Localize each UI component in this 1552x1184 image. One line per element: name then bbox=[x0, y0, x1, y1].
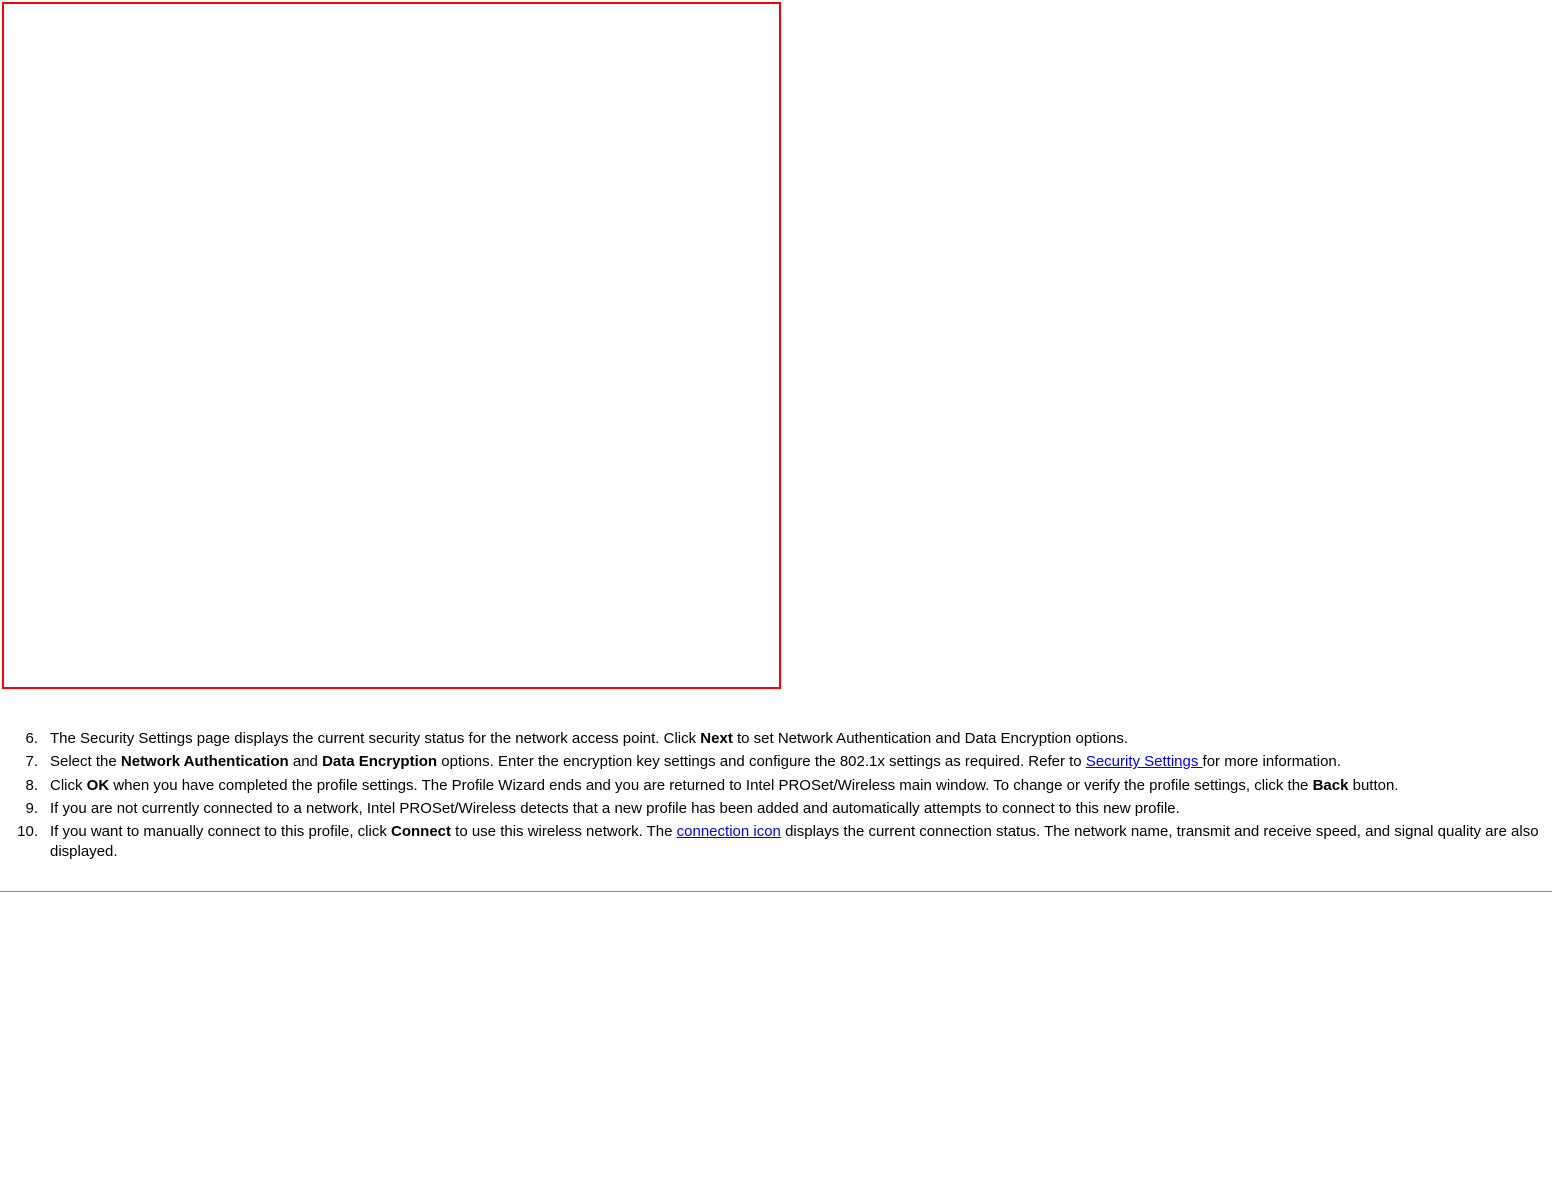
instruction-bold: Back bbox=[1313, 777, 1349, 794]
instruction-link[interactable]: Security Settings bbox=[1086, 753, 1203, 770]
instruction-text: for more information. bbox=[1203, 753, 1341, 770]
instruction-link[interactable]: connection icon bbox=[677, 823, 781, 840]
instruction-item-6: The Security Settings page displays the … bbox=[0, 729, 1544, 749]
instruction-text: Select the bbox=[50, 753, 121, 770]
instruction-text: button. bbox=[1348, 777, 1398, 794]
instruction-item-10: If you want to manually connect to this … bbox=[0, 822, 1544, 863]
instruction-text: The Security Settings page displays the … bbox=[50, 730, 700, 747]
instruction-text: to set Network Authentication and Data E… bbox=[733, 730, 1128, 747]
horizontal-rule bbox=[0, 891, 1552, 892]
instruction-bold: Data Encryption bbox=[322, 753, 437, 770]
instruction-bold: Next bbox=[700, 730, 733, 747]
instruction-text: If you are not currently connected to a … bbox=[50, 800, 1180, 817]
instruction-text: If you want to manually connect to this … bbox=[50, 823, 391, 840]
instruction-bold: Connect bbox=[391, 823, 451, 840]
instruction-bold: OK bbox=[87, 777, 110, 794]
instruction-text: and bbox=[289, 753, 322, 770]
instruction-item-9: If you are not currently connected to a … bbox=[0, 799, 1544, 819]
image-placeholder bbox=[2, 2, 781, 689]
instruction-list: The Security Settings page displays the … bbox=[0, 729, 1544, 863]
instruction-item-8: Click OK when you have completed the pro… bbox=[0, 776, 1544, 796]
instruction-text: when you have completed the profile sett… bbox=[109, 777, 1312, 794]
instruction-text: Click bbox=[50, 777, 87, 794]
instruction-text: options. Enter the encryption key settin… bbox=[437, 753, 1086, 770]
instruction-text: to use this wireless network. The bbox=[451, 823, 677, 840]
instruction-bold: Network Authentication bbox=[121, 753, 289, 770]
instruction-item-7: Select the Network Authentication and Da… bbox=[0, 752, 1544, 772]
